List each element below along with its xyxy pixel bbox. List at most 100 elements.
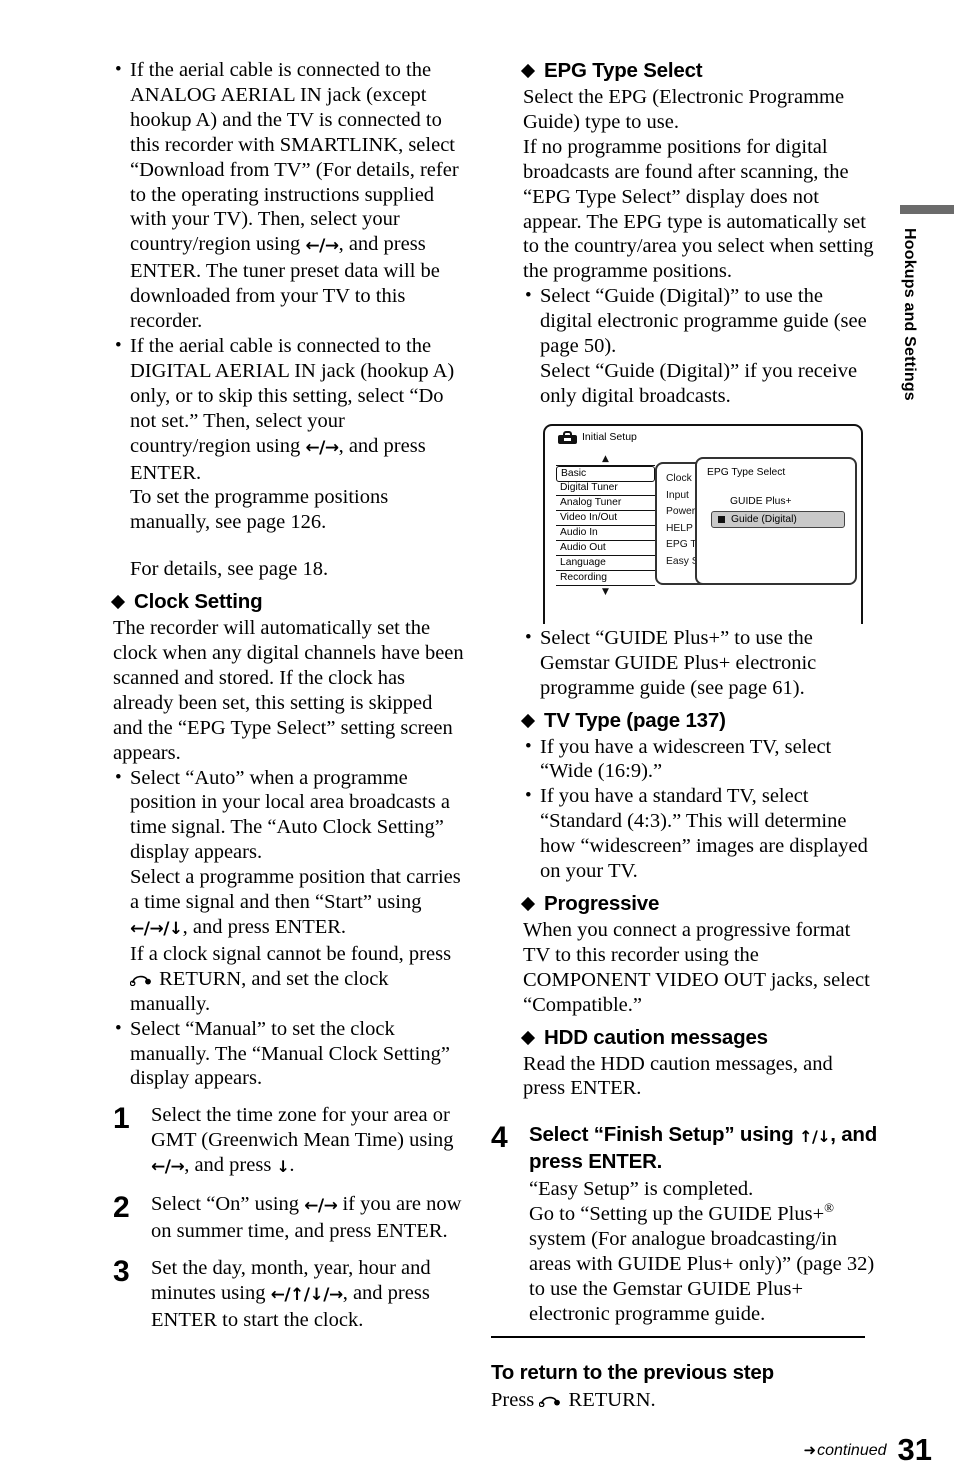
hdd-caution-body: Read the HDD caution messages, and press… [523, 1052, 833, 1100]
heading-clock-setting: Clock Setting [113, 589, 465, 615]
category-item-language[interactable]: Language [556, 556, 655, 571]
step-4-desc-1: “Easy Setup” is completed. [529, 1178, 754, 1201]
heading-hdd-caution: HDD caution messages [523, 1025, 878, 1051]
step-2: 2 Select “On” using ←/→ if you are now o… [113, 1192, 465, 1244]
return-icon [539, 1389, 563, 1408]
heading-return-previous-step: To return to the previous step [491, 1361, 774, 1384]
clock-setting-body: The recorder will automatically set the … [113, 617, 464, 764]
category-item-recording[interactable]: Recording [556, 571, 655, 586]
manual-positions-note: To set the programme positions manually,… [130, 486, 389, 534]
document-page: Hookups and Settings If the aerial cable… [0, 0, 954, 1483]
bullet-digital-aerial: If the aerial cable is connected to the … [113, 334, 465, 485]
heading-progressive: Progressive [523, 891, 878, 917]
category-item-audio-in[interactable]: Audio In [556, 526, 655, 541]
step-3-body: Set the day, month, year, hour and minut… [151, 1256, 465, 1333]
return-text-post: RETURN. [563, 1389, 656, 1411]
step-4-number: 4 [491, 1121, 508, 1155]
arrow-up-down-icon: ↑/↓ [799, 1127, 831, 1147]
step-1-text-mid: , and press [184, 1154, 277, 1177]
auto-para-a-pre: Select a programme position that carries… [130, 866, 461, 914]
epg-option-guide-digital-label: Guide (Digital) [731, 514, 797, 525]
heading-tv-type: TV Type (page 137) [523, 708, 878, 734]
step-2-number: 2 [113, 1191, 130, 1225]
heading-epg-type-select: EPG Type Select [523, 58, 878, 84]
side-tab-bar [900, 205, 954, 214]
epg-option-guide-plus[interactable]: GUIDE Plus+ [730, 495, 792, 508]
category-item-video-in-out[interactable]: Video In/Out [556, 511, 655, 526]
bullet-guide-digital: Select “Guide (Digital)” to use the digi… [523, 284, 878, 359]
continued-text: continued [817, 1442, 887, 1459]
registered-trademark-symbol: ® [824, 1200, 835, 1216]
progressive-body: When you connect a progressive format TV… [523, 918, 870, 1016]
step-1: 1 Select the time zone for your area or … [113, 1103, 465, 1180]
step-4-desc-2: Go to “Setting up the GUIDE Plus+® syste… [529, 1200, 878, 1327]
step-1-text-post: . [289, 1154, 295, 1177]
initial-setup-title-text: Initial Setup [582, 431, 637, 443]
step-4-desc-2-post: system (For analogue broadcasting/in are… [529, 1228, 875, 1325]
arrow-left-right-icon: ←/→ [305, 236, 339, 257]
arrow-left-right-down-icon: ←/→/↓ [130, 919, 183, 939]
category-item-basic[interactable]: Basic [556, 466, 655, 482]
category-item-digital-tuner[interactable]: Digital Tuner [556, 481, 655, 496]
bullet-guide-plus: Select “GUIDE Plus+” to use the Gemstar … [523, 626, 878, 701]
epg-option-guide-digital[interactable]: Guide (Digital) [711, 511, 845, 528]
right-column: EPG Type Select Select the EPG (Electron… [491, 58, 878, 1327]
step-2-body: Select “On” using ←/→ if you are now on … [151, 1192, 465, 1244]
category-item-analog-tuner[interactable]: Analog Tuner [556, 496, 655, 511]
scroll-up-caret-icon[interactable]: ▲ [556, 455, 655, 464]
left-column: If the aerial cable is connected to the … [113, 58, 465, 1333]
epg-body-2: If no programme positions for digital br… [523, 135, 874, 283]
arrow-left-right-icon: ←/→ [151, 1157, 185, 1178]
setting-item-easy-setup[interactable]: Easy S [666, 556, 699, 567]
bullet-manual-clock: Select “Manual” to set the clock manuall… [113, 1017, 465, 1092]
return-text-pre: Press [491, 1389, 540, 1411]
page-number: 31 [897, 1432, 932, 1467]
auto-clock-para-b: If a clock signal cannot be found, press… [113, 942, 465, 1017]
epg-panel-title: EPG Type Select [707, 467, 786, 478]
guide-digital-subnote: Select “Guide (Digital)” if you receive … [540, 359, 858, 407]
selection-marker-icon [718, 516, 725, 523]
step-4-desc: “Easy Setup” is completed. Go to “Settin… [529, 1177, 878, 1326]
bullet-widescreen-tv: If you have a widescreen TV, select “Wid… [523, 735, 878, 785]
bullet-analog-aerial: If the aerial cable is connected to the … [113, 58, 465, 334]
initial-setup-title: Initial Setup [558, 431, 637, 444]
arrow-left-right-icon: ←/→ [305, 437, 339, 458]
epg-body-1: Select the EPG (Electronic Programme Gui… [523, 86, 845, 133]
initial-setup-screen-diagram: Initial Setup ▲ Basic Digital Tuner Anal… [543, 424, 863, 624]
arrow-down-icon: ↓ [276, 1157, 290, 1177]
step-3-number: 3 [113, 1254, 130, 1288]
scroll-down-caret-icon[interactable]: ▼ [556, 588, 655, 597]
auto-para-b-post: RETURN, and set the clock manually. [130, 967, 389, 1015]
continued-label: ➜ continued [804, 1441, 887, 1465]
step-2-text-pre: Select “On” using [151, 1193, 305, 1216]
horizontal-rule [491, 1336, 865, 1338]
epg-type-select-panel: EPG Type Select GUIDE Plus+ Guide (Digit… [695, 457, 857, 585]
continued-arrow-icon: ➜ [803, 1441, 817, 1459]
toolbox-icon [558, 431, 577, 444]
step-4-desc-2-pre: Go to “Setting up the GUIDE Plus+ [529, 1203, 825, 1226]
for-details-note: For details, see page 18. [130, 558, 329, 581]
step-4: 4 Select “Finish Setup” using ↑/↓, and p… [491, 1122, 878, 1326]
auto-clock-para-a: Select a programme position that carries… [113, 865, 465, 942]
arrow-left-up-down-right-icon: ←/↑/↓/→ [270, 1284, 344, 1305]
arrow-left-right-icon: ←/→ [304, 1196, 338, 1217]
return-icon [129, 968, 154, 987]
category-list: Basic Digital Tuner Analog Tuner Video I… [556, 465, 655, 586]
page-footer: ➜ continued 31 [804, 1434, 932, 1465]
step-1-number: 1 [113, 1102, 130, 1136]
step-1-text-pre: Select the time zone for your area or GM… [151, 1104, 454, 1152]
auto-para-b-pre: If a clock signal cannot be found, press [130, 942, 452, 965]
category-item-audio-out[interactable]: Audio Out [556, 541, 655, 556]
step-4-title: Select “Finish Setup” using ↑/↓, and pre… [529, 1122, 878, 1174]
step-4-title-pre: Select “Finish Setup” using [529, 1123, 800, 1147]
diagram-category-menu: ▲ Basic Digital Tuner Analog Tuner Video… [556, 455, 655, 597]
bullet-auto-clock: Select “Auto” when a programme position … [113, 766, 465, 866]
step-3: 3 Set the day, month, year, hour and min… [113, 1256, 465, 1333]
auto-para-a-tail: , and press ENTER. [182, 916, 347, 938]
step-1-body: Select the time zone for your area or GM… [151, 1103, 465, 1180]
side-tab-label: Hookups and Settings [901, 228, 918, 401]
return-previous-step-text: Press RETURN. [491, 1388, 656, 1413]
bullet-standard-tv: If you have a standard TV, select “Stand… [523, 784, 878, 884]
bullet-analog-text: If the aerial cable is connected to the … [130, 59, 459, 256]
step-4-body: Select “Finish Setup” using ↑/↓, and pre… [529, 1122, 878, 1326]
